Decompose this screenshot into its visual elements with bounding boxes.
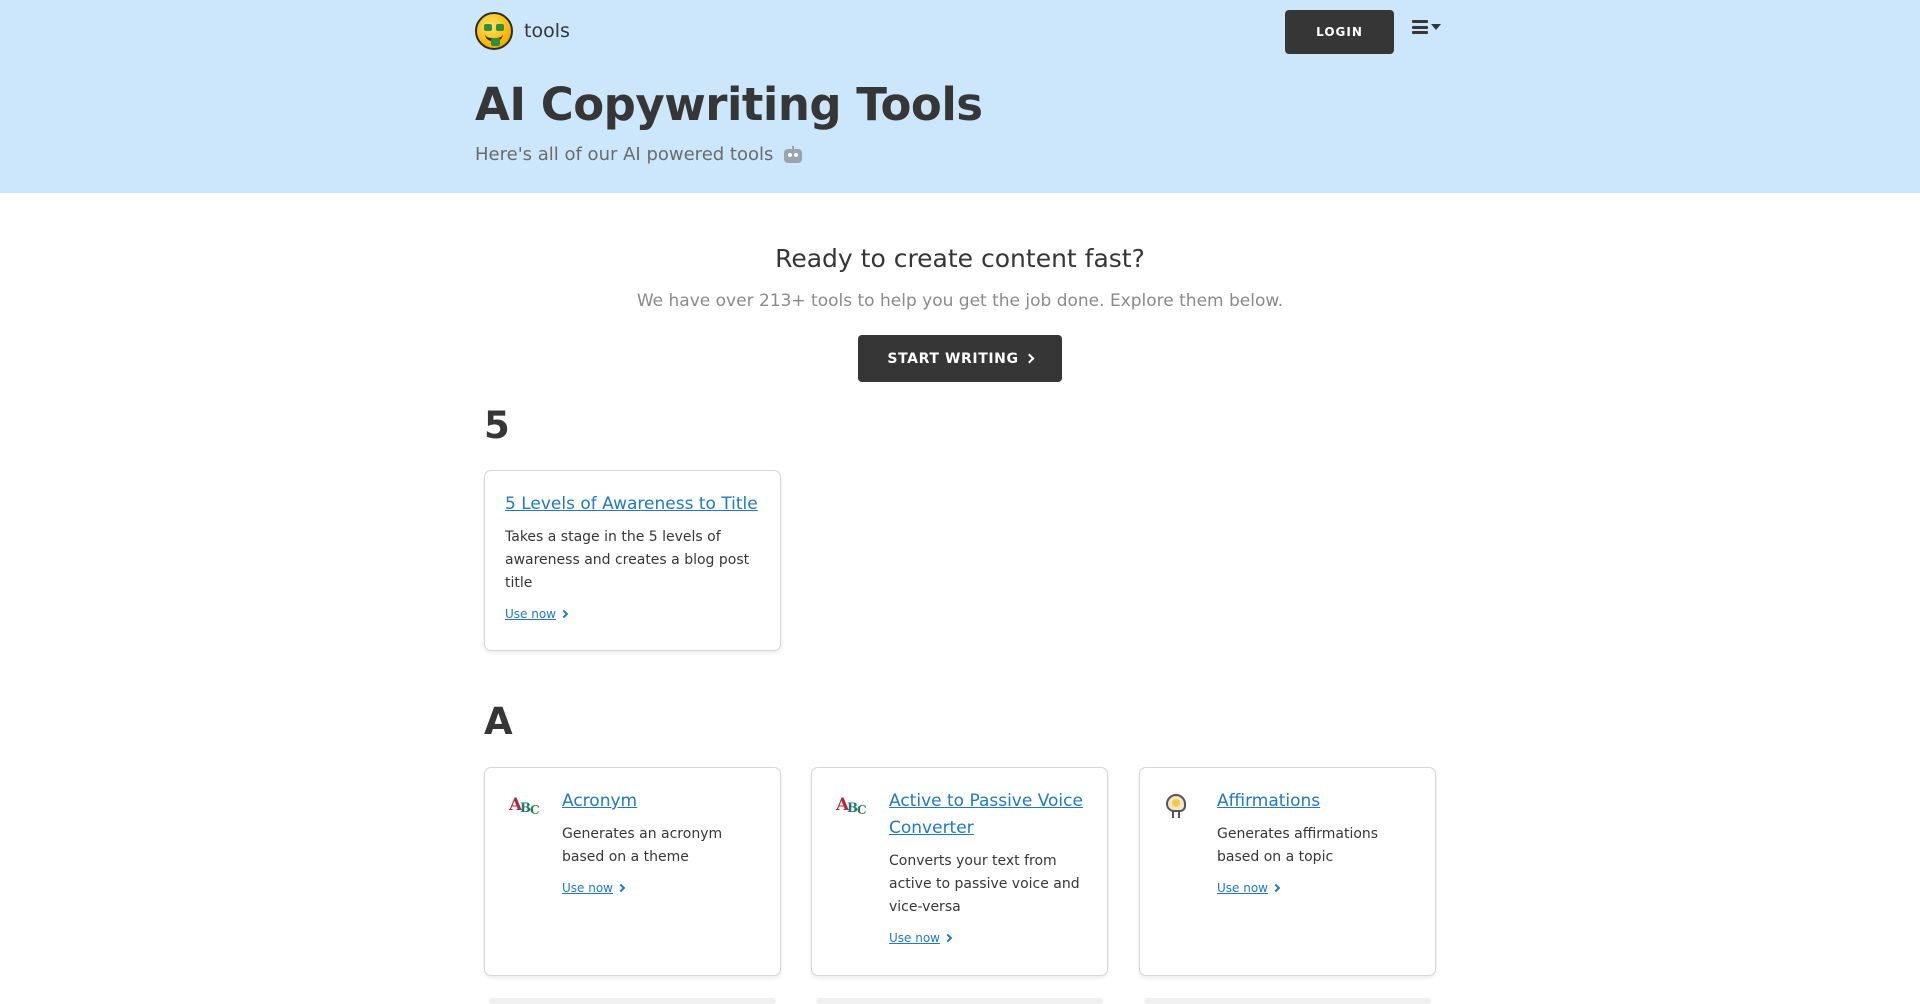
next-card-edge — [489, 998, 776, 1004]
caret-down-icon — [1431, 24, 1441, 30]
chevron-right-icon — [559, 609, 569, 619]
abc-blocks-icon: ABC — [836, 795, 867, 817]
tool-card: ABC Active to Passive Voice Converter Co… — [811, 767, 1108, 976]
next-card-edge — [816, 998, 1103, 1004]
tool-card: 5 Levels of Awareness to Title Takes a s… — [484, 470, 781, 651]
tool-card-description: Generates affirmations based on a topic — [1217, 826, 1379, 865]
top-nav: tools LOGIN — [475, 0, 1445, 60]
chevron-right-icon — [1271, 883, 1281, 893]
page-title: AI Copywriting Tools — [475, 78, 983, 131]
section-heading-5: 5 — [484, 404, 510, 447]
page-subtitle: Here's all of our AI powered tools — [475, 144, 1445, 165]
tool-card: Affirmations Generates affirmations base… — [1139, 767, 1436, 976]
robot-icon — [783, 145, 803, 164]
tool-card-description: Converts your text from active to passiv… — [889, 853, 1080, 915]
use-now-label: Use now — [889, 931, 940, 945]
money-mouth-face-icon — [475, 12, 513, 50]
cta-text: We have over 213+ tools to help you get … — [636, 291, 1284, 311]
tool-card-title[interactable]: Active to Passive Voice Converter — [889, 788, 1089, 842]
section-heading-a: A — [484, 700, 513, 743]
next-card-edge — [1144, 998, 1431, 1004]
login-button[interactable]: LOGIN — [1285, 10, 1394, 54]
tool-card-title[interactable]: 5 Levels of Awareness to Title — [505, 491, 765, 518]
use-now-link[interactable]: Use now — [562, 881, 626, 895]
chevron-right-icon — [943, 933, 953, 943]
tool-card-description: Takes a stage in the 5 levels of awarene… — [505, 529, 750, 591]
brain-lightbulb-icon — [1164, 793, 1188, 819]
tool-card-title[interactable]: Acronym — [562, 788, 762, 815]
use-now-label: Use now — [562, 881, 613, 895]
use-now-label: Use now — [505, 607, 556, 621]
use-now-link[interactable]: Use now — [505, 607, 569, 621]
use-now-link[interactable]: Use now — [1217, 881, 1281, 895]
use-now-label: Use now — [1217, 881, 1268, 895]
hamburger-menu-icon — [1412, 20, 1428, 34]
tool-card-description: Generates an acronym based on a theme — [562, 826, 723, 865]
brand-link[interactable]: tools — [475, 12, 570, 50]
brand-text: tools — [524, 20, 570, 42]
tool-card: ABC Acronym Generates an acronym based o… — [484, 767, 781, 976]
page-subtitle-text: Here's all of our AI powered tools — [475, 144, 774, 165]
menu-toggle[interactable] — [1412, 20, 1441, 34]
abc-blocks-icon: ABC — [509, 795, 540, 817]
start-writing-button[interactable]: START WRITING — [858, 335, 1062, 382]
chevron-right-icon — [1024, 353, 1035, 364]
chevron-right-icon — [616, 883, 626, 893]
use-now-link[interactable]: Use now — [889, 931, 953, 945]
start-writing-label: START WRITING — [887, 350, 1019, 367]
cta-title: Ready to create content fast? — [775, 244, 1145, 273]
tool-card-title[interactable]: Affirmations — [1217, 788, 1417, 815]
